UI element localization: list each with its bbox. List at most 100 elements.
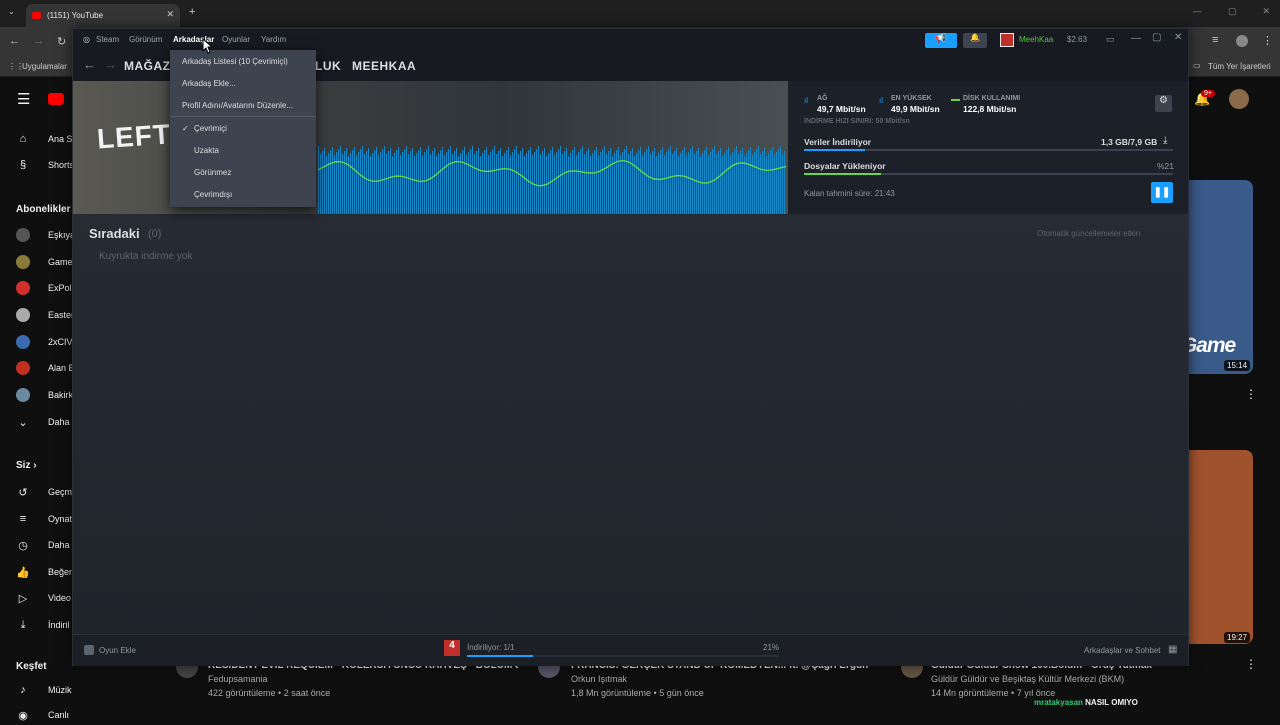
graph-bar xyxy=(346,148,347,214)
you-heading[interactable]: Siz › xyxy=(16,460,37,471)
close-tab-icon[interactable]: ✕ xyxy=(166,9,174,20)
announcements-button[interactable]: 📢 xyxy=(925,33,957,48)
you-item-playlists[interactable]: ≡ Oynat xyxy=(16,509,72,529)
home-icon: ⌂ xyxy=(19,133,27,145)
sidebar-shorts[interactable]: § Shorts xyxy=(16,155,74,175)
more-options-icon[interactable]: ⋮ xyxy=(1245,387,1257,401)
friends-chat-icon[interactable]: ▦ xyxy=(1168,644,1177,655)
menu-steam[interactable]: Steam xyxy=(96,35,119,44)
sub-item[interactable]: Eşkıya xyxy=(16,225,75,245)
graph-bar xyxy=(676,148,677,214)
forward-icon[interactable]: → xyxy=(33,35,44,47)
account-avatar[interactable] xyxy=(1229,89,1249,109)
browser-tab-youtube[interactable]: (1151) YouTube ✕ xyxy=(26,4,180,27)
graph-bar xyxy=(506,150,507,214)
video-channel[interactable]: Güldür Güldür ve Beşiktaş Kültür Merkezi… xyxy=(931,674,1124,684)
video-channel[interactable]: Orkun Işıtmak xyxy=(571,674,627,684)
sub-item[interactable]: Alan E xyxy=(16,358,75,378)
reload-icon[interactable]: ↻ xyxy=(57,35,66,48)
youtube-favicon-icon xyxy=(32,12,41,19)
maximize-icon[interactable]: ▢ xyxy=(1228,6,1237,17)
wallet-balance: $2.63 xyxy=(1067,35,1088,44)
add-game-button[interactable]: Oyun Ekle xyxy=(99,646,136,655)
friends-chat-button[interactable]: Arkadaşlar ve Sohbet xyxy=(1084,646,1161,655)
you-item-downloads[interactable]: ⤓ İndiril xyxy=(16,615,70,635)
pause-button[interactable]: ❚❚ xyxy=(1151,182,1173,203)
graph-bar xyxy=(422,155,423,214)
graph-bar xyxy=(394,153,395,214)
settings-gear-icon[interactable]: ⚙ xyxy=(1155,95,1172,112)
graph-bar xyxy=(450,146,451,214)
notifications-button[interactable]: 🔔 xyxy=(963,33,987,48)
big-picture-icon[interactable]: ▭ xyxy=(1106,34,1115,45)
install-progress-fill xyxy=(804,173,882,175)
status-online[interactable]: Çevrimiçi xyxy=(194,124,227,133)
graph-bar xyxy=(592,153,593,214)
you-item-videos[interactable]: ▷ Video xyxy=(16,588,71,608)
browser-menu-icon[interactable]: ⋮ xyxy=(1262,34,1273,47)
new-tab-icon[interactable]: + xyxy=(189,6,195,18)
tab-list-icon[interactable]: ⌄ xyxy=(8,7,15,16)
more-options-icon[interactable]: ⋮ xyxy=(1245,657,1257,671)
profile-avatar[interactable] xyxy=(1236,35,1248,47)
menu-item-friends-list[interactable]: Arkadaş Listesi (10 Çevrimiçi) xyxy=(182,57,288,66)
bookmark-apps[interactable]: Uygulamalar xyxy=(22,62,67,71)
graph-bar xyxy=(746,153,747,214)
nav-library[interactable]: LUK xyxy=(315,59,341,73)
graph-bar xyxy=(656,156,657,214)
graph-bar xyxy=(608,151,609,214)
sidebar-home[interactable]: ⌂ Ana S xyxy=(16,129,73,149)
menu-item-edit-profile[interactable]: Profil Adını/Avatarını Düzenle... xyxy=(182,101,293,110)
downloading-status[interactable]: İndiriliyor: 1/1 xyxy=(467,643,515,652)
hamburger-menu-icon[interactable]: ☰ xyxy=(17,90,30,108)
menu-help[interactable]: Yardım xyxy=(261,35,286,44)
graph-bar xyxy=(498,151,499,214)
status-invisible[interactable]: Görünmez xyxy=(194,168,231,177)
sub-item[interactable]: ExPol xyxy=(16,278,72,298)
all-bookmarks[interactable]: Tüm Yer İşaretleri xyxy=(1208,62,1271,71)
status-away[interactable]: Uzakta xyxy=(194,146,219,155)
graph-bar xyxy=(754,152,755,214)
queue-empty-message: Kuyrukta indirme yok xyxy=(99,251,193,262)
steam-avatar[interactable] xyxy=(1000,33,1014,47)
graph-bar xyxy=(472,146,473,214)
sub-item[interactable]: Game xyxy=(16,252,73,272)
explore-item-music[interactable]: ♪ Müzik xyxy=(16,680,71,700)
explore-item-live[interactable]: ◉ Canlı xyxy=(16,705,69,725)
minimize-icon[interactable]: — xyxy=(1193,6,1202,17)
you-item-liked[interactable]: 👍 Beğen xyxy=(16,562,74,582)
channel-avatar xyxy=(16,308,30,322)
status-offline[interactable]: Çevrimdışı xyxy=(194,190,232,199)
graph-bar xyxy=(476,151,477,214)
tab-search-icon[interactable]: ≡ xyxy=(1212,34,1218,46)
graph-bar xyxy=(458,156,459,214)
back-arrow-icon[interactable]: ← xyxy=(83,57,96,72)
menu-games[interactable]: Oyunlar xyxy=(222,35,250,44)
minimize-icon[interactable]: — xyxy=(1131,33,1141,44)
sub-show-more[interactable]: ⌄ Daha xyxy=(16,412,69,432)
window-controls: — ▢ ✕ xyxy=(1193,6,1270,17)
menu-view[interactable]: Görünüm xyxy=(129,35,162,44)
you-item-watch-later[interactable]: ◷ Daha xyxy=(16,535,69,555)
back-icon[interactable]: ← xyxy=(9,35,20,47)
sub-item[interactable]: 2xCIV xyxy=(16,332,73,352)
sub-item[interactable]: Bakirk xyxy=(16,385,73,405)
youtube-logo-icon[interactable] xyxy=(48,93,64,105)
video-channel[interactable]: Fedupsamania xyxy=(208,674,268,684)
close-window-icon[interactable]: ✕ xyxy=(1262,6,1270,17)
nav-profile[interactable]: MEEHKAA xyxy=(352,59,416,73)
maximize-icon[interactable]: ▢ xyxy=(1152,32,1161,43)
graph-bar xyxy=(366,151,367,214)
graph-bar xyxy=(518,154,519,214)
video-thumbnail[interactable] xyxy=(1189,450,1253,644)
menu-item-add-friend[interactable]: Arkadaş Ekle... xyxy=(182,79,236,88)
sub-item[interactable]: Easter xyxy=(16,305,74,325)
forward-arrow-icon[interactable]: → xyxy=(104,57,117,72)
install-progress-track xyxy=(804,173,1173,175)
game-icon[interactable]: 4 xyxy=(444,640,460,656)
close-icon[interactable]: ✕ xyxy=(1174,32,1182,43)
steam-username[interactable]: MeehKaa xyxy=(1019,35,1053,44)
you-item-history[interactable]: ↺ Geçm xyxy=(16,482,72,502)
graph-bar xyxy=(414,156,415,214)
graph-bar xyxy=(318,146,319,214)
